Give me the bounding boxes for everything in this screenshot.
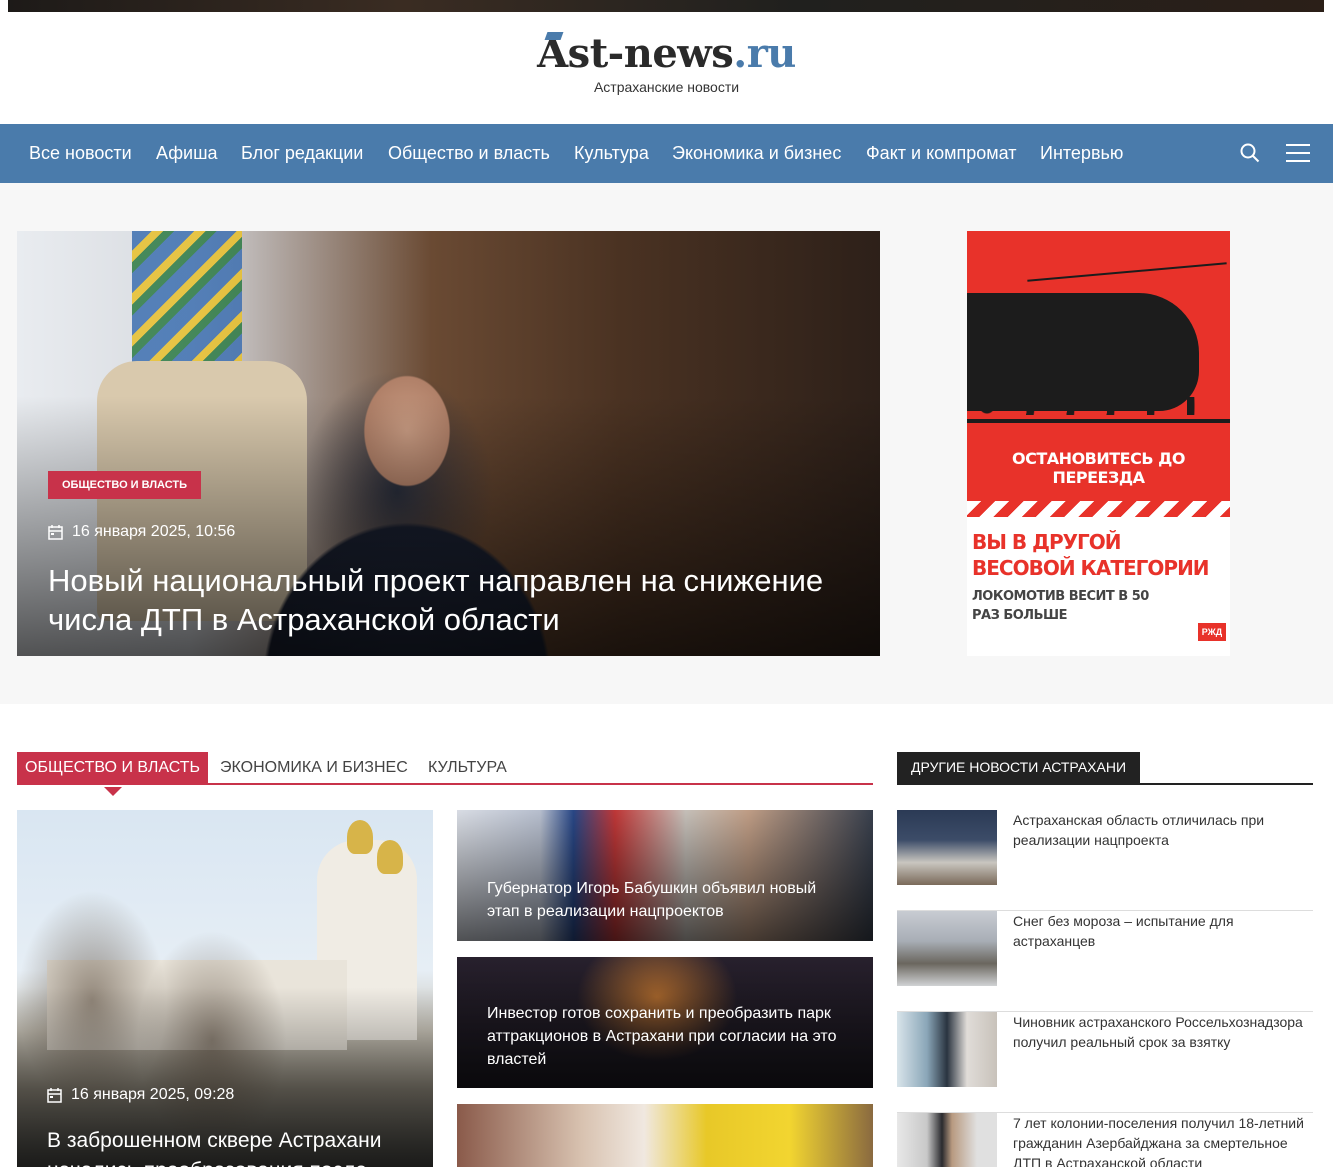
nav-item-interview[interactable]: Интервью	[1040, 143, 1123, 164]
ad-banner[interactable]: ОСТАНОВИТЕСЬ ДО ПЕРЕЕЗДА ВЫ В ДРУГОЙ ВЕС…	[967, 231, 1230, 656]
ad-headline: ОСТАНОВИТЕСЬ ДО ПЕРЕЕЗДА	[1012, 449, 1185, 487]
card-photo-dome	[377, 840, 403, 874]
sidebar-news-title[interactable]: 7 лет колонии-поселения получил 18-летни…	[1013, 1113, 1313, 1167]
ad-brand-logo: РЖД	[1198, 623, 1226, 641]
sidebar-news-thumb[interactable]	[897, 911, 997, 986]
news-card[interactable]: Инвестор готов сохранить и преобразить п…	[457, 957, 873, 1088]
sidebar-news-item[interactable]: Астраханская область отличилась при реал…	[897, 810, 1313, 911]
sidebar-news-thumb[interactable]	[897, 1012, 997, 1087]
news-card[interactable]	[457, 1104, 873, 1167]
main-card-date: 16 января 2025, 09:28	[47, 1086, 234, 1104]
site-tagline: Астраханские новости	[593, 79, 740, 95]
hamburger-menu-icon[interactable]	[1286, 144, 1310, 162]
hero-article[interactable]: ОБЩЕСТВО И ВЛАСТЬ 16 января 2025, 10:56 …	[17, 231, 880, 656]
sidebar-heading-text: ДРУГИЕ НОВОСТИ АСТРАХАНИ	[897, 752, 1141, 783]
logo-tld-text: .ru	[733, 30, 796, 77]
nav-item-facts[interactable]: Факт и компромат	[866, 143, 1017, 164]
nav-item-society[interactable]: Общество и власть	[388, 143, 550, 164]
news-card-title[interactable]: Губернатор Игорь Бабушкин объявил новый …	[487, 877, 847, 923]
nav-item-afisha[interactable]: Афиша	[156, 143, 218, 164]
site-logo[interactable]: Ast-news.ru	[537, 30, 796, 77]
hero-date: 16 января 2025, 10:56	[48, 523, 235, 541]
site-header: Ast-news.ru Астраханские новости	[0, 30, 1333, 95]
sidebar-news-title[interactable]: Чиновник астраханского Россельхознадзора…	[1013, 1012, 1313, 1052]
tab-culture[interactable]: КУЛЬТУРА	[420, 752, 515, 783]
nav-item-all-news[interactable]: Все новости	[29, 143, 132, 164]
ad-caption: ЛОКОМОТИВ ВЕСИТ В 50 РАЗ БОЛЬШЕ	[972, 589, 1149, 623]
ad-locomotive-graphic	[967, 293, 1199, 411]
main-card-date-text: 16 января 2025, 09:28	[71, 1086, 235, 1103]
card-photo-dome	[347, 820, 373, 854]
sidebar-news-item[interactable]: 7 лет колонии-поселения получил 18-летни…	[897, 1113, 1313, 1167]
tab-economy[interactable]: ЭКОНОМИКА И БИЗНЕС	[212, 752, 416, 783]
main-card-title[interactable]: В заброшенном сквере Астрахани начались …	[47, 1126, 407, 1167]
active-tab-arrow	[104, 787, 122, 796]
sidebar-news-item[interactable]: Чиновник астраханского Россельхознадзора…	[897, 1012, 1313, 1113]
logo-accent-mark	[544, 32, 564, 40]
ad-rails	[967, 419, 1230, 423]
nav-item-culture[interactable]: Культура	[574, 143, 649, 164]
sidebar-news-thumb[interactable]	[897, 810, 997, 885]
ad-wheels	[975, 397, 1195, 415]
tab-society[interactable]: ОБЩЕСТВО И ВЛАСТЬ	[17, 752, 208, 783]
hero-date-text: 16 января 2025, 10:56	[72, 523, 236, 540]
nav-item-economy[interactable]: Экономика и бизнес	[672, 143, 841, 164]
main-nav: Все новости Афиша Блог редакции Общество…	[0, 124, 1333, 183]
hero-category-badge[interactable]: ОБЩЕСТВО И ВЛАСТЬ	[48, 471, 201, 499]
news-card-title[interactable]: Инвестор готов сохранить и преобразить п…	[487, 1002, 847, 1071]
sidebar-news-title[interactable]: Снег без мороза – испытание для астрахан…	[1013, 911, 1313, 951]
sidebar-news-thumb[interactable]	[897, 1113, 997, 1167]
sidebar-news-title[interactable]: Астраханская область отличилась при реал…	[1013, 810, 1313, 850]
ad-subheadline: ВЫ В ДРУГОЙ ВЕСОВОЙ КАТЕГОРИИ	[972, 530, 1210, 580]
logo-main-text: Ast-news	[537, 30, 734, 77]
news-card[interactable]: Губернатор Игорь Бабушкин объявил новый …	[457, 810, 873, 941]
ad-warning-stripes	[967, 501, 1230, 517]
nav-item-editorial-blog[interactable]: Блог редакции	[241, 143, 363, 164]
search-icon[interactable]	[1240, 143, 1260, 168]
top-banner-strip	[8, 0, 1324, 12]
calendar-icon	[47, 1087, 62, 1103]
category-tabs: ОБЩЕСТВО И ВЛАСТЬ ЭКОНОМИКА И БИЗНЕС КУЛ…	[17, 752, 873, 785]
sidebar-news-item[interactable]: Снег без мороза – испытание для астрахан…	[897, 911, 1313, 1012]
hero-title[interactable]: Новый национальный проект направлен на с…	[48, 561, 868, 639]
sidebar-heading: ДРУГИЕ НОВОСТИ АСТРАХАНИ	[897, 752, 1313, 785]
main-article-card[interactable]: 16 января 2025, 09:28 В заброшенном скве…	[17, 810, 433, 1167]
calendar-icon	[48, 524, 63, 540]
